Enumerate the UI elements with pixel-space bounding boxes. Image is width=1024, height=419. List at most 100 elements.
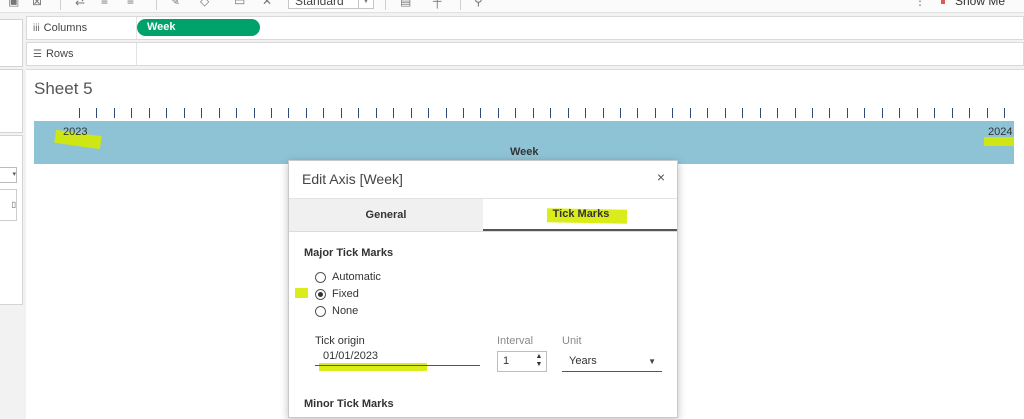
mark-type-select[interactable]: ▾ — [0, 167, 17, 183]
axis-tick — [707, 108, 709, 118]
axis-tick — [515, 108, 517, 118]
radio-circle — [315, 306, 326, 317]
chevron-down-icon: ▼ — [648, 357, 656, 366]
minor-tick-marks-heading: Minor Tick Marks — [304, 398, 394, 410]
axis-tick — [934, 108, 936, 118]
shelf-divider — [136, 43, 137, 65]
axis-tick — [689, 108, 691, 118]
show-me-button[interactable]: Show Me — [955, 0, 1005, 8]
week-pill[interactable]: Week — [137, 19, 260, 36]
toolbar-divider — [460, 0, 461, 10]
axis-tick — [148, 108, 150, 118]
chevron-down-icon: ▼ — [358, 0, 373, 8]
close-icon[interactable]: × — [653, 169, 669, 185]
toolbar-divider — [156, 0, 157, 10]
pin-icon[interactable]: ✕ — [262, 0, 272, 8]
tab-tick-marks-label: Tick Marks — [552, 208, 610, 220]
interval-stepper[interactable]: 1 ▲ ▼ — [497, 351, 547, 372]
fix-axes-icon[interactable]: ┼ — [433, 0, 442, 8]
axis-tick — [183, 108, 185, 118]
axis-tick — [794, 108, 796, 118]
axis-ticks — [0, 108, 1024, 120]
axis-end-label: 2024 — [988, 126, 1013, 138]
axis-tick — [288, 108, 290, 118]
columns-icon: iii — [33, 23, 40, 34]
axis-tick — [724, 108, 726, 118]
filters-shelf[interactable] — [0, 69, 23, 133]
axis-tick — [497, 108, 499, 118]
left-pane: ▾ ▯ — [0, 13, 24, 418]
axis-tick — [620, 108, 622, 118]
dialog-title: Edit Axis [Week] — [302, 171, 403, 187]
radio-selected-dot — [318, 292, 323, 297]
group-icon[interactable]: ◇ — [200, 0, 209, 8]
marks-card[interactable]: ▾ ▯ — [0, 135, 23, 305]
axis-tick — [550, 108, 552, 118]
axis-tick — [951, 108, 953, 118]
axis-tick — [812, 108, 814, 118]
axis-tick — [899, 108, 901, 118]
axis-tick — [236, 108, 238, 118]
swap-icon[interactable]: ⇄ — [75, 0, 85, 8]
interval-value: 1 — [503, 355, 510, 367]
columns-shelf-label: iii Columns — [33, 22, 88, 34]
axis-tick — [410, 108, 412, 118]
axis-tick — [480, 108, 482, 118]
axis-tick — [462, 108, 464, 118]
axis-tick — [829, 108, 831, 118]
axis-tick — [270, 108, 272, 118]
clear-icon[interactable]: ⊠ — [32, 0, 42, 8]
axis-tick — [96, 108, 98, 118]
label-icon[interactable]: ▭ — [234, 0, 245, 8]
axis-tick — [323, 108, 325, 118]
axis-title: Week — [510, 146, 539, 158]
label-button[interactable]: ▯ — [0, 189, 17, 221]
sort-desc-icon[interactable]: ≡ — [127, 0, 134, 8]
axis-start-label: 2023 — [63, 126, 88, 138]
radio-circle — [315, 289, 326, 300]
axis-tick — [567, 108, 569, 118]
edit-axis-dialog: Edit Axis [Week] × General Tick Marks Ma… — [288, 160, 678, 418]
stepper-arrows-icon[interactable]: ▲ ▼ — [534, 353, 544, 369]
axis-tick — [986, 108, 988, 118]
axis-tick — [375, 108, 377, 118]
show-me-icon — [941, 0, 945, 4]
rows-icon: ☰ — [33, 49, 42, 60]
toolbar-divider — [60, 0, 61, 10]
share-icon[interactable]: ⚲ — [474, 0, 483, 8]
tick-origin-input[interactable]: 01/01/2023 — [315, 346, 480, 366]
tab-general[interactable]: General — [289, 199, 483, 232]
axis-tick — [218, 108, 220, 118]
interval-label: Interval — [497, 335, 534, 347]
presentation-icon[interactable]: ▤ — [400, 0, 411, 8]
axis-tick — [672, 108, 674, 118]
axis-tick — [131, 108, 133, 118]
zoom-select[interactable]: Standard ▼ — [288, 0, 374, 9]
sort-asc-icon[interactable]: ≡ — [101, 0, 108, 8]
axis-tick — [532, 108, 534, 118]
axis-tick — [358, 108, 360, 118]
info-icon[interactable]: ⋮ — [914, 0, 926, 8]
axis-tick — [881, 108, 883, 118]
highlight-icon[interactable]: ✎ — [170, 0, 180, 8]
axis-tick — [969, 108, 971, 118]
axis-tick — [777, 108, 779, 118]
highlighter-mark — [295, 288, 308, 298]
unit-select[interactable]: Years ▼ — [562, 351, 662, 372]
axis-tick — [637, 108, 639, 118]
axis-tick — [113, 108, 115, 118]
axis-tick — [428, 108, 430, 118]
highlighter-mark — [984, 137, 1014, 146]
axis-tick — [864, 108, 866, 118]
axis-tick — [253, 108, 255, 118]
pages-shelf[interactable] — [0, 19, 23, 67]
axis-tick — [340, 108, 342, 118]
axis-tick — [79, 108, 80, 118]
axis-tick — [742, 108, 744, 118]
axis-tick — [602, 108, 604, 118]
dialog-body — [289, 231, 677, 418]
clear-sheet-icon[interactable]: ▣ — [8, 0, 19, 8]
axis-tick — [916, 108, 918, 118]
axis-tick — [445, 108, 447, 118]
rows-shelf[interactable]: ☰ Rows — [26, 42, 1024, 66]
